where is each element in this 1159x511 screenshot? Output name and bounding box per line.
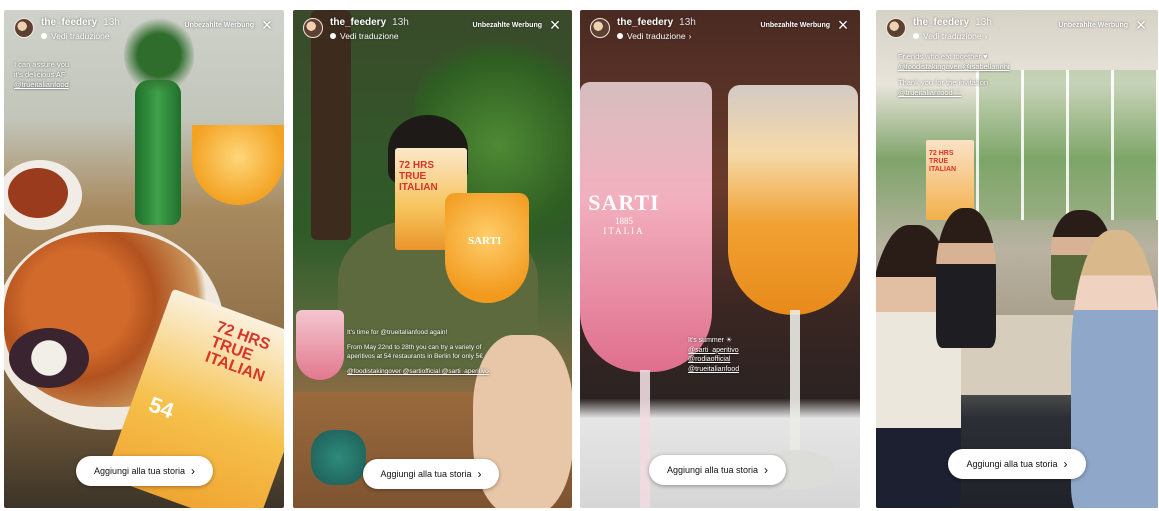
rose-glass-stem — [640, 370, 650, 508]
glass-year: 1885 — [615, 216, 633, 226]
dot-icon — [913, 33, 919, 39]
username[interactable]: the_feedery 13h — [41, 17, 120, 28]
dot-icon — [617, 33, 623, 39]
add-to-story-button[interactable]: Aggiungi alla tua storia › — [363, 459, 499, 489]
chevron-right-icon: › — [984, 31, 988, 41]
translate-link[interactable]: Vedi traduzione — [41, 31, 110, 41]
mention-link[interactable]: @sarti_aperitivo — [688, 346, 739, 356]
add-to-story-label: Aggiungi alla tua storia — [666, 465, 759, 475]
spritz-glass-shape — [445, 193, 529, 303]
story-caption: It's summer ☀ @sarti_aperitivo @rodiaoff… — [688, 336, 739, 374]
avatar[interactable] — [14, 18, 34, 38]
spritz-glass-shape — [728, 85, 858, 315]
flyer-card-text: 72 HRS TRUE ITALIAN — [399, 160, 438, 193]
story-caption: It's time for @trueitalianfood again! Fr… — [347, 328, 562, 376]
story-card-3[interactable]: SARTI 1885 ITALIA the_feedery 13h Vedi tr… — [580, 10, 860, 508]
mention-link[interactable]: @trueitalianfood — [688, 365, 739, 375]
mention-link[interactable]: @foodistakingover @sartiofficial @sarti_… — [347, 367, 562, 376]
post-time: 13h — [679, 17, 696, 28]
story-header: the_feedery 13h Vedi traduzione Unbezahlt… — [293, 10, 572, 54]
story-header: the_feedery 13h Vedi traduzione Unbezahlt… — [4, 10, 284, 54]
location-label[interactable]: Unbezahlte Werbung — [1059, 22, 1128, 29]
username-text[interactable]: the_feedery — [617, 17, 673, 28]
username-text[interactable]: the_feedery — [913, 17, 969, 28]
caption-line: It's summer ☀ — [688, 337, 733, 344]
add-to-story-button[interactable]: Aggiungi alla tua storia › — [948, 449, 1086, 479]
add-to-story-label: Aggiungi alla tua storia — [380, 469, 472, 479]
glass-sub: ITALIA — [603, 226, 645, 236]
avatar[interactable] — [303, 18, 323, 38]
close-icon[interactable]: × — [1132, 16, 1150, 34]
avatar[interactable] — [590, 18, 610, 38]
translate-label[interactable]: Vedi traduzione — [923, 31, 982, 41]
bottle-shape — [135, 80, 181, 225]
translate-label[interactable]: Vedi traduzione — [627, 31, 686, 41]
username[interactable]: the_feedery 13h — [913, 17, 992, 28]
side-dish-shape — [8, 168, 68, 218]
location-label[interactable]: Unbezahlte Werbung — [761, 22, 830, 29]
location-label[interactable]: Unbezahlte Werbung — [185, 22, 254, 29]
close-icon[interactable]: × — [258, 16, 276, 34]
post-time: 13h — [392, 17, 409, 28]
chevron-right-icon: › — [1063, 457, 1068, 471]
story-caption: I can assure you it's delicious AF @true… — [14, 60, 69, 90]
candle-jar-shape — [311, 430, 366, 485]
chevron-right-icon: › — [688, 31, 692, 41]
caption-line: From May 22nd to 28th you can try a vari… — [347, 344, 482, 351]
close-icon[interactable]: × — [546, 16, 564, 34]
dot-icon — [41, 33, 47, 39]
mention-link[interactable]: @trueitalianfood — [14, 80, 69, 90]
location-label[interactable]: Unbezahlte Werbung — [473, 22, 542, 29]
story-header: the_feedery 13h Vedi traduzione › Unbezahl… — [876, 10, 1158, 54]
glass-brand: SARTI — [588, 190, 660, 215]
dot-icon — [330, 33, 336, 39]
username[interactable]: the_feedery 13h — [617, 17, 696, 28]
avatar[interactable] — [886, 18, 906, 38]
add-to-story-button[interactable]: Aggiungi alla tua storia › — [76, 456, 213, 486]
post-time: 13h — [975, 17, 992, 28]
mention-link[interactable]: @foodistakingover @isabellannhi — [898, 62, 1010, 72]
story-card-4[interactable]: 72 HRS TRUE ITALIAN the_feedery 13h Vedi … — [876, 10, 1158, 508]
story-header: the_feedery 13h Vedi traduzione › Unbezahl… — [580, 10, 860, 54]
story-caption: Friends who eat together ♥ @foodistaking… — [898, 52, 1010, 98]
post-time: 13h — [103, 17, 120, 28]
caption-line: It's time for @trueitalianfood again! — [347, 329, 448, 336]
translate-label[interactable]: Vedi traduzione — [340, 31, 399, 41]
translate-link[interactable]: Vedi traduzione › — [913, 31, 987, 41]
username[interactable]: the_feedery 13h — [330, 17, 409, 28]
chevron-right-icon: › — [477, 467, 482, 481]
friend-middle-shape — [936, 208, 996, 348]
add-to-story-button[interactable]: Aggiungi alla tua storia › — [649, 455, 786, 485]
caption-line: Thank you for the invitation — [898, 78, 989, 87]
translate-link[interactable]: Vedi traduzione — [330, 31, 399, 41]
username-text[interactable]: the_feedery — [41, 17, 97, 28]
translate-link[interactable]: Vedi traduzione › — [617, 31, 691, 41]
caption-line: I can assure you — [14, 60, 70, 69]
caption-line: it's delicious AF — [14, 70, 66, 79]
poster-text: 72 HRS TRUE ITALIAN — [929, 150, 957, 173]
close-icon[interactable]: × — [834, 16, 852, 34]
chevron-right-icon: › — [764, 463, 769, 477]
mention-link[interactable]: @trueitalianfood ♡ — [898, 88, 1010, 98]
eggplant-shape — [9, 328, 89, 388]
glass-brand-block: SARTI 1885 ITALIA — [584, 190, 664, 236]
chevron-right-icon: › — [191, 464, 196, 478]
caption-line: aperitivos at 54 restaurants in Berlin f… — [347, 353, 483, 360]
rose-glass-shape — [296, 310, 344, 380]
mention-link[interactable]: @rodiaofficial — [688, 355, 739, 365]
story-card-2[interactable]: 72 HRS TRUE ITALIAN SARTI the_feedery 13h… — [293, 10, 572, 508]
glass-brand: SARTI — [468, 235, 502, 247]
add-to-story-label: Aggiungi alla tua storia — [966, 459, 1058, 469]
translate-label[interactable]: Vedi traduzione — [51, 31, 110, 41]
add-to-story-label: Aggiungi alla tua storia — [93, 466, 186, 476]
username-text[interactable]: the_feedery — [330, 17, 386, 28]
story-card-1[interactable]: 72 HRS TRUE ITALIAN 54 the_feedery 13h Ve… — [4, 10, 284, 508]
